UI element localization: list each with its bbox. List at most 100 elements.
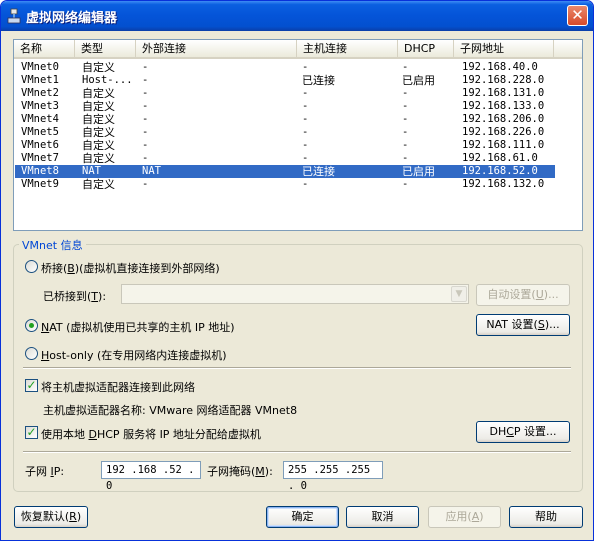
network-app-icon (7, 8, 21, 24)
close-button[interactable]: ✕ (567, 5, 588, 26)
table-row[interactable]: VMnet5 自定义 - - - 192.168.226.0 (15, 126, 555, 139)
cell-external: - (142, 87, 149, 99)
apply-button[interactable]: 应用(A) (428, 506, 501, 528)
cell-external: - (142, 61, 149, 73)
cell-name: VMnet8 (21, 165, 59, 177)
bridged-to-label-post: ): (98, 290, 107, 303)
table-row[interactable]: VMnet8 NAT NAT 已连接 已启用 192.168.52.0 (15, 165, 555, 178)
cell-type: 自定义 (82, 113, 115, 126)
column-header-subnet[interactable]: 子网地址 (454, 40, 554, 59)
divider (23, 367, 571, 369)
cell-external: - (142, 113, 149, 125)
cell-dhcp: - (402, 100, 409, 112)
help-button[interactable]: 帮助 (509, 506, 583, 528)
use-dhcp-checkbox[interactable]: ✓ (25, 426, 38, 439)
auto-settings-hotkey: U (535, 288, 544, 301)
auto-settings-button[interactable]: 自动设置(U)... (476, 284, 570, 306)
dhcp-settings-button[interactable]: DHCP 设置... (476, 421, 570, 443)
cell-external: - (142, 139, 149, 151)
cell-type: 自定义 (82, 139, 115, 152)
restore-defaults-button[interactable]: 恢复默认(R) (14, 506, 88, 528)
cell-host: - (302, 100, 309, 112)
nat-label[interactable]: NAT (虚拟机使用已共享的主机 IP 地址) (41, 319, 235, 335)
column-header-host[interactable]: 主机连接 (297, 40, 398, 59)
table-row[interactable]: VMnet4 自定义 - - - 192.168.206.0 (15, 113, 555, 126)
table-row[interactable]: VMnet9 自定义 - - - 192.168.132.0 (15, 178, 555, 191)
table-row[interactable]: VMnet2 自定义 - - - 192.168.131.0 (15, 87, 555, 100)
nat-radio[interactable] (25, 319, 38, 332)
cell-host: - (302, 178, 309, 190)
table-row[interactable]: VMnet6 自定义 - - - 192.168.111.0 (15, 139, 555, 152)
subnet-ip-label: 子网 IP: (25, 463, 64, 479)
cell-external: - (142, 178, 149, 190)
use-dhcp-label[interactable]: 使用本地 DHCP 服务将 IP 地址分配给虚拟机 (41, 426, 261, 442)
column-header-name[interactable]: 名称 (14, 40, 75, 59)
bridged-label[interactable]: 桥接(B)(虚拟机直接连接到外部网络) (41, 260, 220, 276)
cell-type: Host-... (82, 74, 133, 86)
bridged-to-label: 已桥接到(T): (43, 288, 106, 304)
column-header-dhcp[interactable]: DHCP (398, 40, 454, 59)
cell-name: VMnet1 (21, 74, 59, 86)
cell-name: VMnet3 (21, 100, 59, 112)
cell-type: 自定义 (82, 100, 115, 113)
connect-adapter-label[interactable]: 将主机虚拟适配器连接到此网络 (41, 379, 195, 395)
table-row[interactable]: VMnet7 自定义 - - - 192.168.61.0 (15, 152, 555, 165)
cell-external: - (142, 152, 149, 164)
use-dhcp-hotkey: D (88, 428, 97, 441)
dhcp-settings-label-post: P 设置... (513, 425, 557, 438)
subnet-ip-input[interactable]: 192 .168 .52 . 0 (101, 461, 201, 492)
apply-label-post: ) (479, 510, 484, 523)
subnet-ip-label-pre: 子网 (25, 465, 51, 478)
cell-host: 已连接 (302, 165, 335, 178)
subnet-mask-input[interactable]: 255 .255 .255 . 0 (283, 461, 383, 492)
cell-dhcp: - (402, 87, 409, 99)
cancel-button[interactable]: 取消 (346, 506, 419, 528)
cell-subnet: 192.168.228.0 (462, 74, 545, 86)
bridged-radio[interactable] (25, 260, 38, 273)
chevron-down-icon[interactable]: ▼ (451, 286, 467, 302)
title-bar[interactable]: 虚拟网络编辑器 ✕ (1, 1, 593, 31)
nat-label-post: AT (虚拟机使用已共享的主机 IP 地址) (49, 321, 235, 334)
column-header-type[interactable]: 类型 (75, 40, 136, 59)
use-dhcp-label-post: HCP 服务将 IP 地址分配给虚拟机 (96, 428, 261, 441)
cell-dhcp: - (402, 178, 409, 190)
cell-host: - (302, 61, 309, 73)
cell-subnet: 192.168.133.0 (462, 100, 545, 112)
cell-host: - (302, 152, 309, 164)
cell-host: - (302, 126, 309, 138)
hostonly-label-post: ost-only (在专用网络内连接虚拟机) (49, 349, 227, 362)
bridged-hotkey: B (67, 262, 75, 275)
cell-subnet: 192.168.52.0 (462, 165, 538, 177)
cell-dhcp: - (402, 61, 409, 73)
divider (23, 451, 571, 453)
cell-host: - (302, 113, 309, 125)
auto-settings-label-post: )... (543, 288, 559, 301)
vmnet-info-legend: VMnet 信息 (19, 237, 86, 253)
restore-hotkey: R (69, 510, 77, 523)
bridged-to-label-pre: 已桥接到( (43, 290, 92, 303)
cell-subnet: 192.168.61.0 (462, 152, 538, 164)
auto-settings-label-pre: 自动设置( (487, 288, 536, 301)
restore-label-post: ) (76, 510, 82, 523)
bridged-to-combo[interactable]: ▼ (121, 284, 469, 304)
cell-dhcp: 已启用 (402, 165, 435, 178)
cell-name: VMnet5 (21, 126, 59, 138)
cell-host: 已连接 (302, 74, 335, 87)
list-header: 名称 类型 外部连接 主机连接 DHCP 子网地址 (14, 40, 582, 59)
cell-subnet: 192.168.226.0 (462, 126, 545, 138)
hostonly-label[interactable]: Host-only (在专用网络内连接虚拟机) (41, 347, 227, 363)
hostonly-radio[interactable] (25, 347, 38, 360)
cell-name: VMnet2 (21, 87, 59, 99)
cell-type: 自定义 (82, 87, 115, 100)
cell-subnet: 192.168.206.0 (462, 113, 545, 125)
cell-dhcp: - (402, 126, 409, 138)
network-list[interactable]: 名称 类型 外部连接 主机连接 DHCP 子网地址 VMnet0 自定义 - - -19… (13, 39, 583, 231)
nat-settings-button[interactable]: NAT 设置(S)... (476, 314, 570, 336)
column-header-external[interactable]: 外部连接 (136, 40, 297, 59)
adapter-name-text: 主机虚拟适配器名称: VMware 网络适配器 VMnet8 (43, 404, 298, 417)
ok-button[interactable]: 确定 (266, 506, 339, 528)
table-row[interactable]: VMnet3 自定义 - - - 192.168.133.0 (15, 100, 555, 113)
table-row[interactable]: VMnet1 Host-... - 已连接 已启用 192.168.228.0 (15, 74, 555, 87)
connect-adapter-checkbox[interactable]: ✓ (25, 379, 38, 392)
table-row[interactable]: VMnet0 自定义 - - - 192.168.40.0 (15, 61, 555, 74)
